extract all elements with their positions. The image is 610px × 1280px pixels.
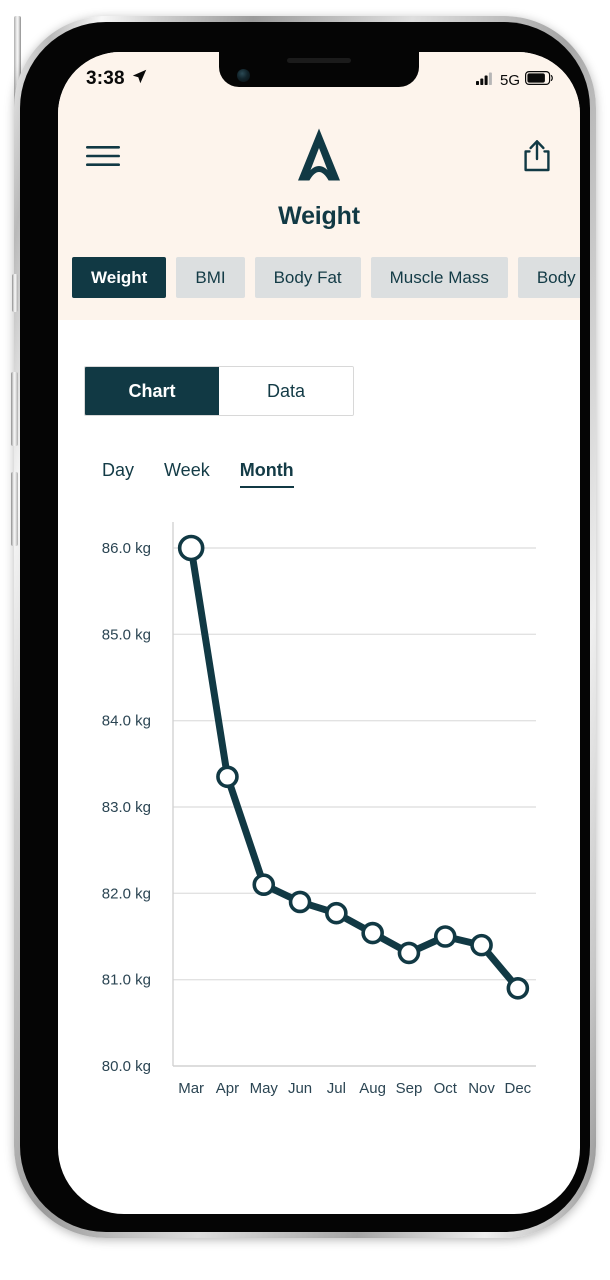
volume-down-button[interactable] (11, 472, 18, 546)
svg-text:Jul: Jul (327, 1080, 346, 1097)
period-option-day[interactable]: Day (102, 460, 134, 488)
front-camera-icon (237, 69, 250, 82)
chart-series-line (187, 544, 522, 992)
metric-tab-strip[interactable]: Weight BMI Body Fat Muscle Mass Body Wat… (58, 257, 580, 320)
svg-text:Nov: Nov (468, 1080, 495, 1097)
phone-device-frame: 3:38 5G Weight Weight BMI Body Fat Muscl… (11, 16, 596, 1238)
svg-text:85.0 kg: 85.0 kg (102, 626, 151, 643)
chart-x-axis-labels: Mar Apr May Jun Jul Aug Sep Oct Nov Dec (178, 1080, 531, 1097)
chart-axis-lines (172, 522, 536, 1067)
svg-text:Mar: Mar (178, 1080, 204, 1097)
svg-text:Oct: Oct (434, 1080, 458, 1097)
view-toggle-segmented-control[interactable]: Chart Data (84, 366, 354, 416)
period-option-week[interactable]: Week (164, 460, 210, 488)
svg-text:84.0 kg: 84.0 kg (102, 713, 151, 730)
mute-switch-button[interactable] (12, 274, 18, 312)
main-content: Chart Data Day Week Month 86.0 kg 85.0 kg… (58, 320, 580, 1122)
earpiece-speaker (287, 58, 351, 63)
header-toolbar (58, 128, 580, 188)
svg-text:Dec: Dec (505, 1080, 532, 1097)
battery-icon (525, 71, 554, 90)
svg-text:May: May (250, 1080, 279, 1097)
svg-text:80.0 kg: 80.0 kg (102, 1058, 151, 1075)
app-header: Weight (58, 110, 580, 257)
svg-text:83.0 kg: 83.0 kg (102, 799, 151, 816)
display-notch (219, 52, 419, 87)
cellular-bars-icon (475, 72, 495, 90)
phone-screen: 3:38 5G Weight Weight BMI Body Fat Muscl… (58, 52, 580, 1214)
page-title: Weight (278, 202, 360, 230)
chart-data-points[interactable] (177, 534, 530, 1000)
status-bar-left: 3:38 (86, 68, 148, 90)
metric-tab-weight[interactable]: Weight (72, 257, 167, 298)
brand-a-arch-logo-icon[interactable] (288, 125, 350, 192)
svg-text:Sep: Sep (396, 1080, 423, 1097)
svg-text:Jun: Jun (288, 1080, 312, 1097)
hamburger-menu-icon[interactable] (86, 145, 120, 172)
metric-tab-body-water[interactable]: Body Water (517, 257, 580, 298)
status-bar-right: 5G (475, 71, 554, 90)
svg-text:86.0 kg: 86.0 kg (102, 540, 151, 557)
chart-y-axis-labels: 86.0 kg 85.0 kg 84.0 kg 83.0 kg 82.0 kg 81.0 … (102, 540, 151, 1075)
chart-canvas: 86.0 kg 85.0 kg 84.0 kg 83.0 kg 82.0 kg 81.0 … (102, 522, 536, 1097)
metric-tab-bmi[interactable]: BMI (176, 257, 245, 298)
metric-tab-body-fat[interactable]: Body Fat (254, 257, 361, 298)
network-type-label: 5G (499, 72, 520, 89)
tab-chart[interactable]: Chart (85, 367, 219, 415)
tab-data[interactable]: Data (219, 367, 353, 415)
period-option-month[interactable]: Month (239, 460, 294, 488)
status-clock: 3:38 (86, 68, 125, 89)
svg-text:Aug: Aug (359, 1080, 386, 1097)
period-selector[interactable]: Day Week Month (58, 416, 580, 488)
share-upload-icon[interactable] (522, 139, 552, 178)
location-arrow-icon (131, 68, 148, 90)
weight-line-chart[interactable]: 86.0 kg 85.0 kg 84.0 kg 83.0 kg 82.0 kg 81.0 … (58, 522, 580, 1122)
svg-text:82.0 kg: 82.0 kg (102, 885, 151, 902)
svg-text:Apr: Apr (216, 1080, 239, 1097)
metric-tab-muscle-mass[interactable]: Muscle Mass (370, 257, 508, 298)
volume-up-button[interactable] (11, 372, 18, 446)
svg-text:81.0 kg: 81.0 kg (102, 972, 151, 989)
